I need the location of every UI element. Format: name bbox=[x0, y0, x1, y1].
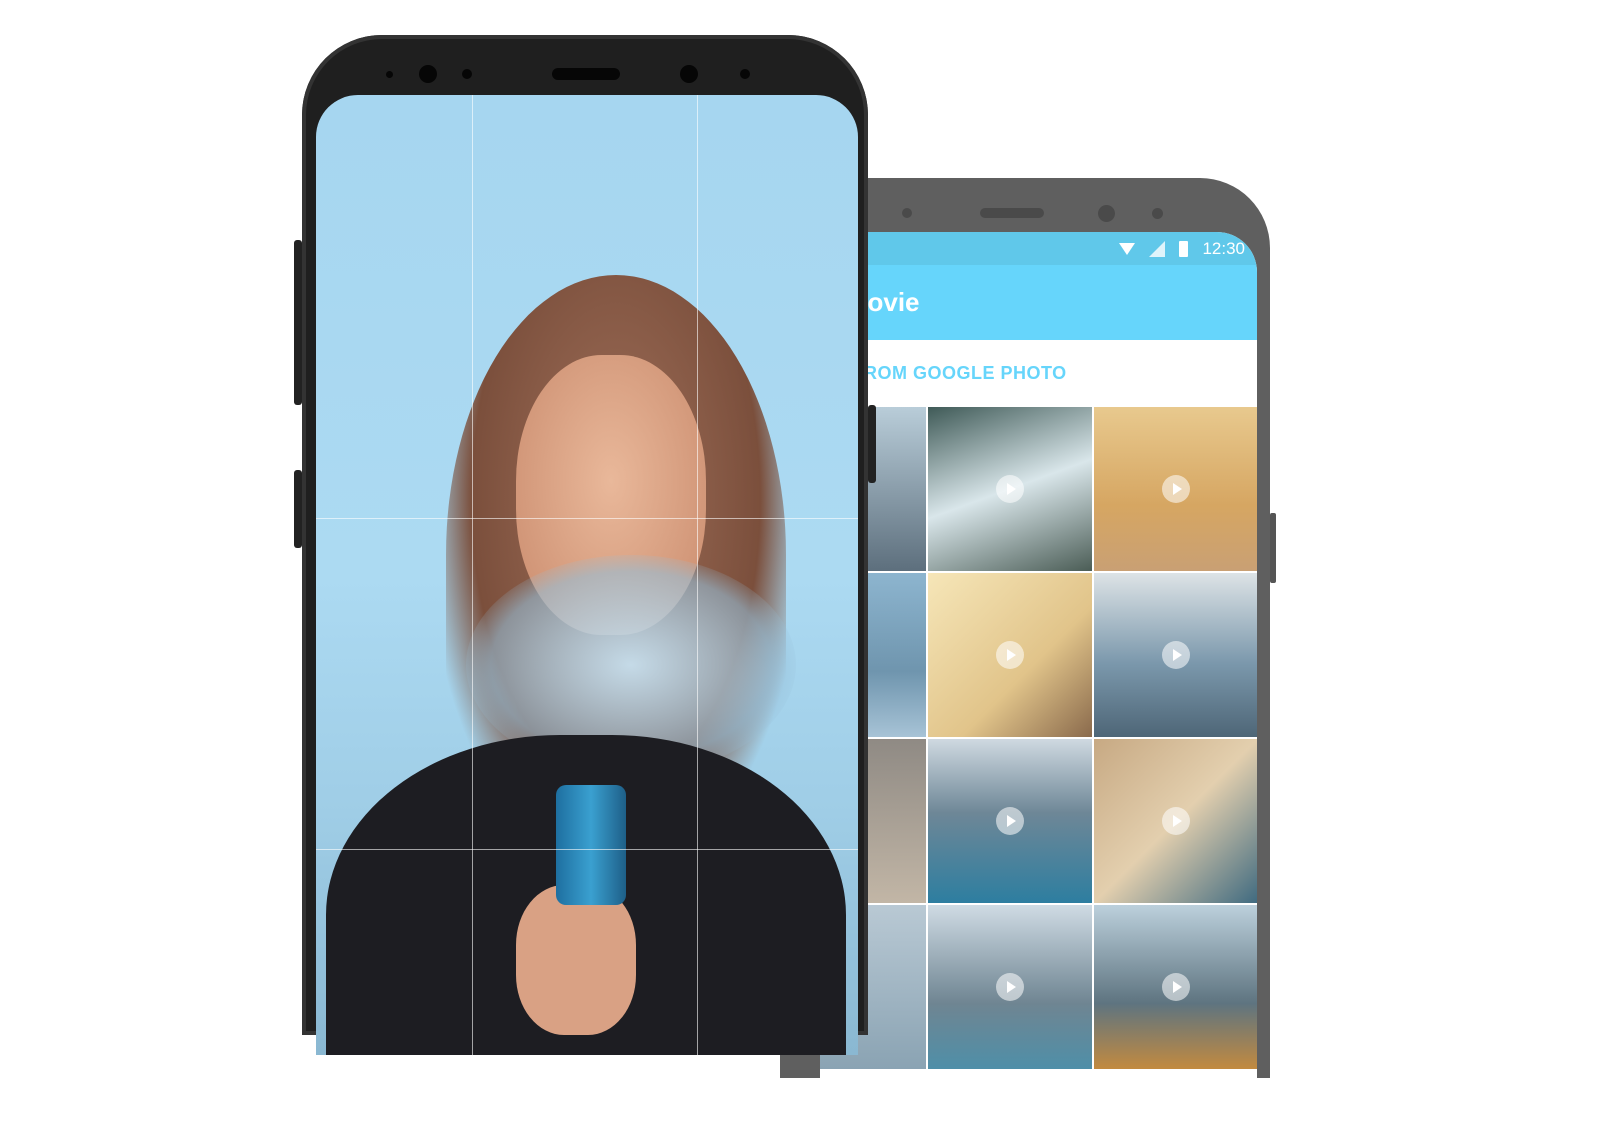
sensor-dot bbox=[1152, 208, 1163, 219]
battery-icon bbox=[1179, 240, 1189, 257]
speaker-grille bbox=[980, 208, 1044, 218]
movie-thumbnail-hair-portrait[interactable] bbox=[1094, 739, 1257, 903]
front-phone bbox=[294, 35, 876, 1055]
play-icon bbox=[996, 475, 1024, 503]
play-icon bbox=[1162, 641, 1190, 669]
crop-grid-line bbox=[697, 95, 698, 1055]
speaker-grille bbox=[552, 68, 620, 80]
play-icon bbox=[1162, 973, 1190, 1001]
sensor-dot bbox=[386, 71, 393, 78]
movie-grid bbox=[820, 407, 1257, 1069]
volume-button bbox=[294, 240, 302, 405]
movie-thumbnail-waterfall[interactable] bbox=[928, 407, 1092, 571]
camera-icon bbox=[1098, 205, 1115, 222]
power-button bbox=[868, 405, 876, 483]
crop-grid-line bbox=[472, 95, 473, 1055]
play-icon bbox=[1162, 807, 1190, 835]
play-icon bbox=[1162, 475, 1190, 503]
app-bar: Select Movie bbox=[820, 265, 1257, 340]
movie-thumbnail-canoe[interactable] bbox=[928, 739, 1092, 903]
movie-thumbnail-desert[interactable] bbox=[1094, 407, 1257, 571]
movie-thumbnail-mountain-lake[interactable] bbox=[928, 905, 1092, 1069]
load-from-google-photo-button[interactable]: LOAD FROM GOOGLE PHOTO bbox=[820, 340, 1257, 407]
movie-thumbnail-hiker[interactable] bbox=[1094, 905, 1257, 1069]
smoke-can bbox=[556, 785, 626, 905]
movie-thumbnail-sailboat[interactable] bbox=[1094, 573, 1257, 737]
camera-icon bbox=[680, 65, 698, 83]
bixby-button bbox=[294, 470, 302, 548]
status-time: 12:30 bbox=[1202, 238, 1245, 258]
camera-icon bbox=[419, 65, 437, 83]
select-movie-screen: 12:30 Select Movie LOAD FROM GOOGLE PHOT… bbox=[820, 232, 1257, 1132]
sensor-dot bbox=[902, 208, 912, 218]
side-button bbox=[1270, 513, 1276, 583]
sensor-dot bbox=[462, 69, 472, 79]
crop-grid-line bbox=[316, 849, 858, 850]
wifi-icon bbox=[1119, 242, 1136, 255]
sensor-dot bbox=[740, 69, 750, 79]
crop-grid-line bbox=[316, 518, 858, 519]
signal-icon bbox=[1149, 240, 1166, 257]
play-icon bbox=[996, 973, 1024, 1001]
movie-thumbnail-sunny-portrait[interactable] bbox=[928, 573, 1092, 737]
hand bbox=[516, 885, 636, 1035]
play-icon bbox=[996, 641, 1024, 669]
status-bar: 12:30 bbox=[820, 232, 1257, 265]
photo-crop-view bbox=[316, 95, 858, 1055]
play-icon bbox=[996, 807, 1024, 835]
